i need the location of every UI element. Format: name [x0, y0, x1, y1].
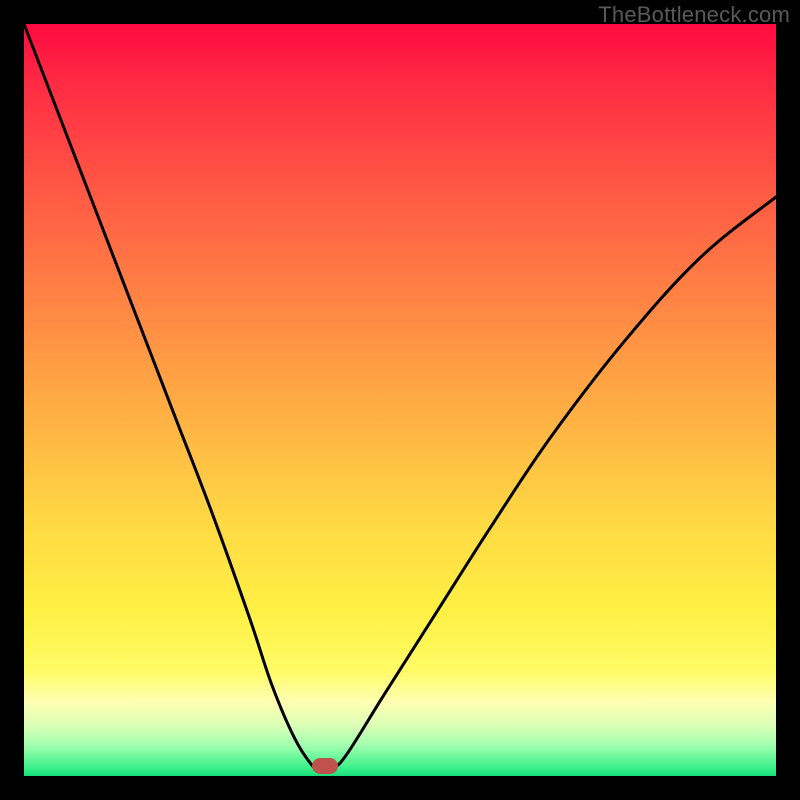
chart-area: [24, 24, 776, 776]
optimal-marker: [312, 758, 338, 774]
watermark-text: TheBottleneck.com: [598, 2, 790, 28]
bottleneck-curve: [24, 24, 776, 776]
